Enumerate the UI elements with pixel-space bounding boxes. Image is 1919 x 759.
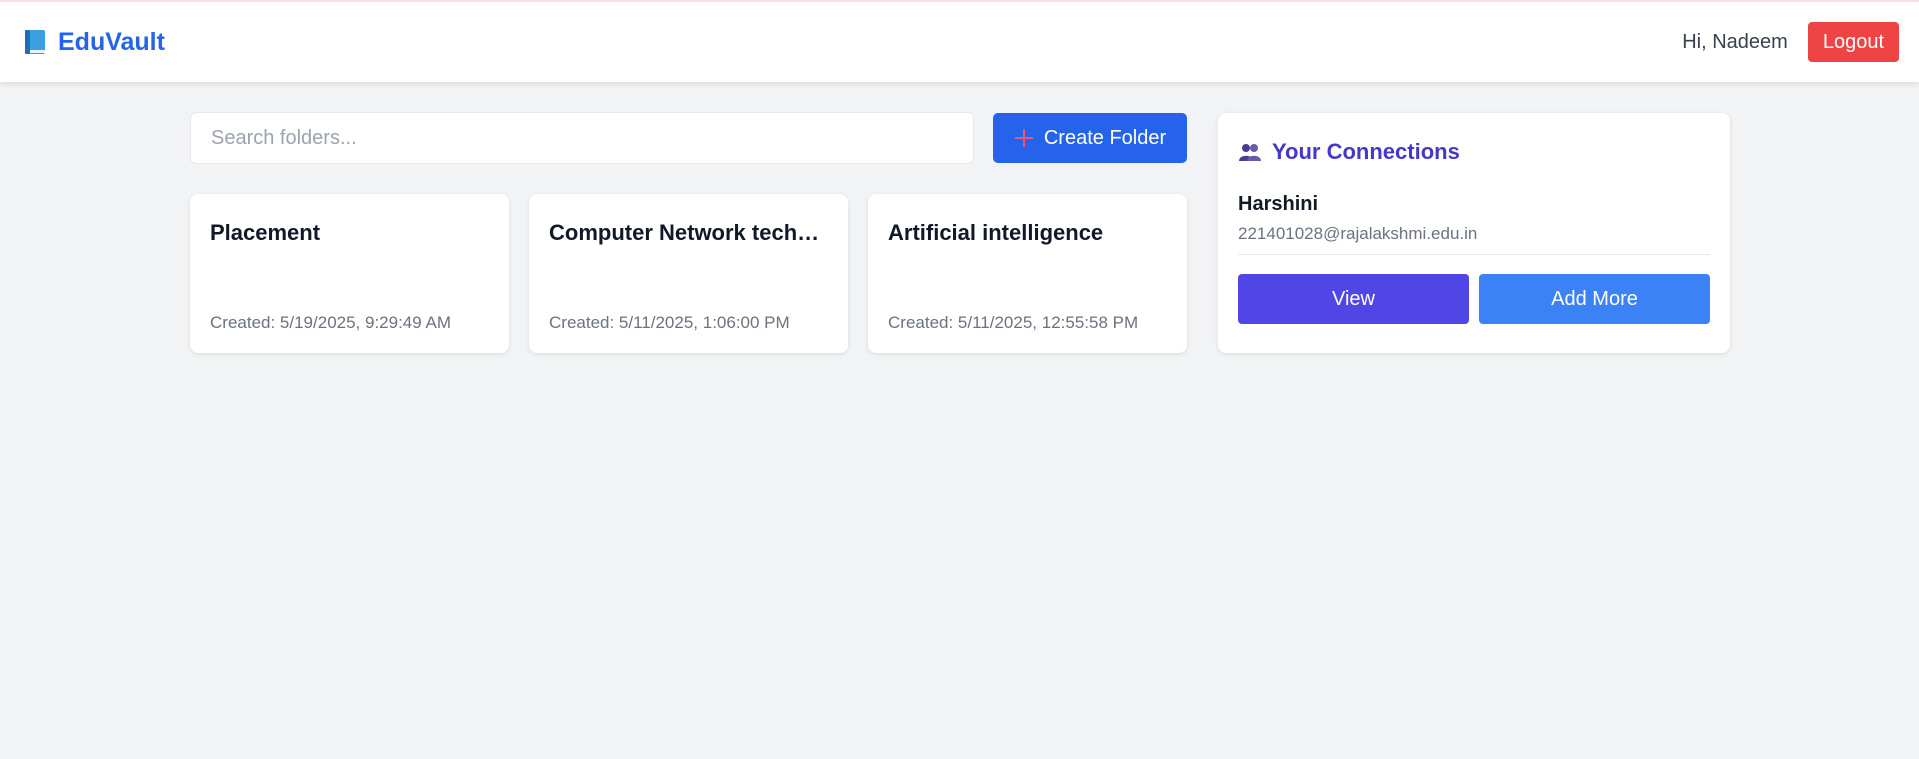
folder-name: Placement — [210, 220, 321, 245]
logout-button[interactable]: Logout — [1807, 22, 1899, 62]
people-icon — [1238, 142, 1262, 162]
book-icon — [24, 29, 46, 55]
add-more-button[interactable]: Add More — [1479, 274, 1710, 324]
connection-name: Harshini — [1238, 193, 1319, 215]
search-input[interactable] — [190, 112, 974, 164]
folder-created-date: Created: 5/19/2025, 9:29:49 AM — [210, 313, 452, 332]
folder-card[interactable]: Computer Network techn... Created: 5/11/… — [529, 194, 848, 353]
create-folder-label: Create Folder — [1043, 126, 1167, 149]
brand-name: EduVault — [58, 27, 165, 56]
folder-card[interactable]: Placement Created: 5/19/2025, 9:29:49 AM — [190, 194, 509, 353]
view-button[interactable]: View — [1238, 274, 1469, 324]
folder-name: Artificial intelligence — [888, 220, 1104, 245]
user-greeting: Hi, Nadeem — [1682, 30, 1788, 53]
folder-created-date: Created: 5/11/2025, 1:06:00 PM — [549, 313, 790, 332]
create-folder-button[interactable]: Create Folder — [993, 113, 1187, 163]
folder-card[interactable]: Artificial intelligence Created: 5/11/20… — [868, 194, 1187, 353]
divider — [1238, 254, 1710, 255]
connection-actions: View Add More — [1238, 274, 1710, 324]
connections-title: Your Connections — [1272, 139, 1460, 164]
app-header: EduVault Hi, Nadeem Logout — [0, 2, 1919, 82]
brand[interactable]: EduVault — [24, 28, 165, 57]
connections-header: Your Connections — [1238, 139, 1710, 165]
connection-email: 221401028@rajalakshmi.edu.in — [1238, 224, 1478, 243]
connections-panel: Your Connections Harshini 221401028@raja… — [1218, 113, 1730, 353]
header-actions: Hi, Nadeem Logout — [1682, 22, 1899, 62]
folder-created-date: Created: 5/11/2025, 12:55:58 PM — [888, 313, 1139, 332]
folder-name: Computer Network techn... — [549, 220, 828, 245]
plus-icon — [1014, 128, 1034, 148]
